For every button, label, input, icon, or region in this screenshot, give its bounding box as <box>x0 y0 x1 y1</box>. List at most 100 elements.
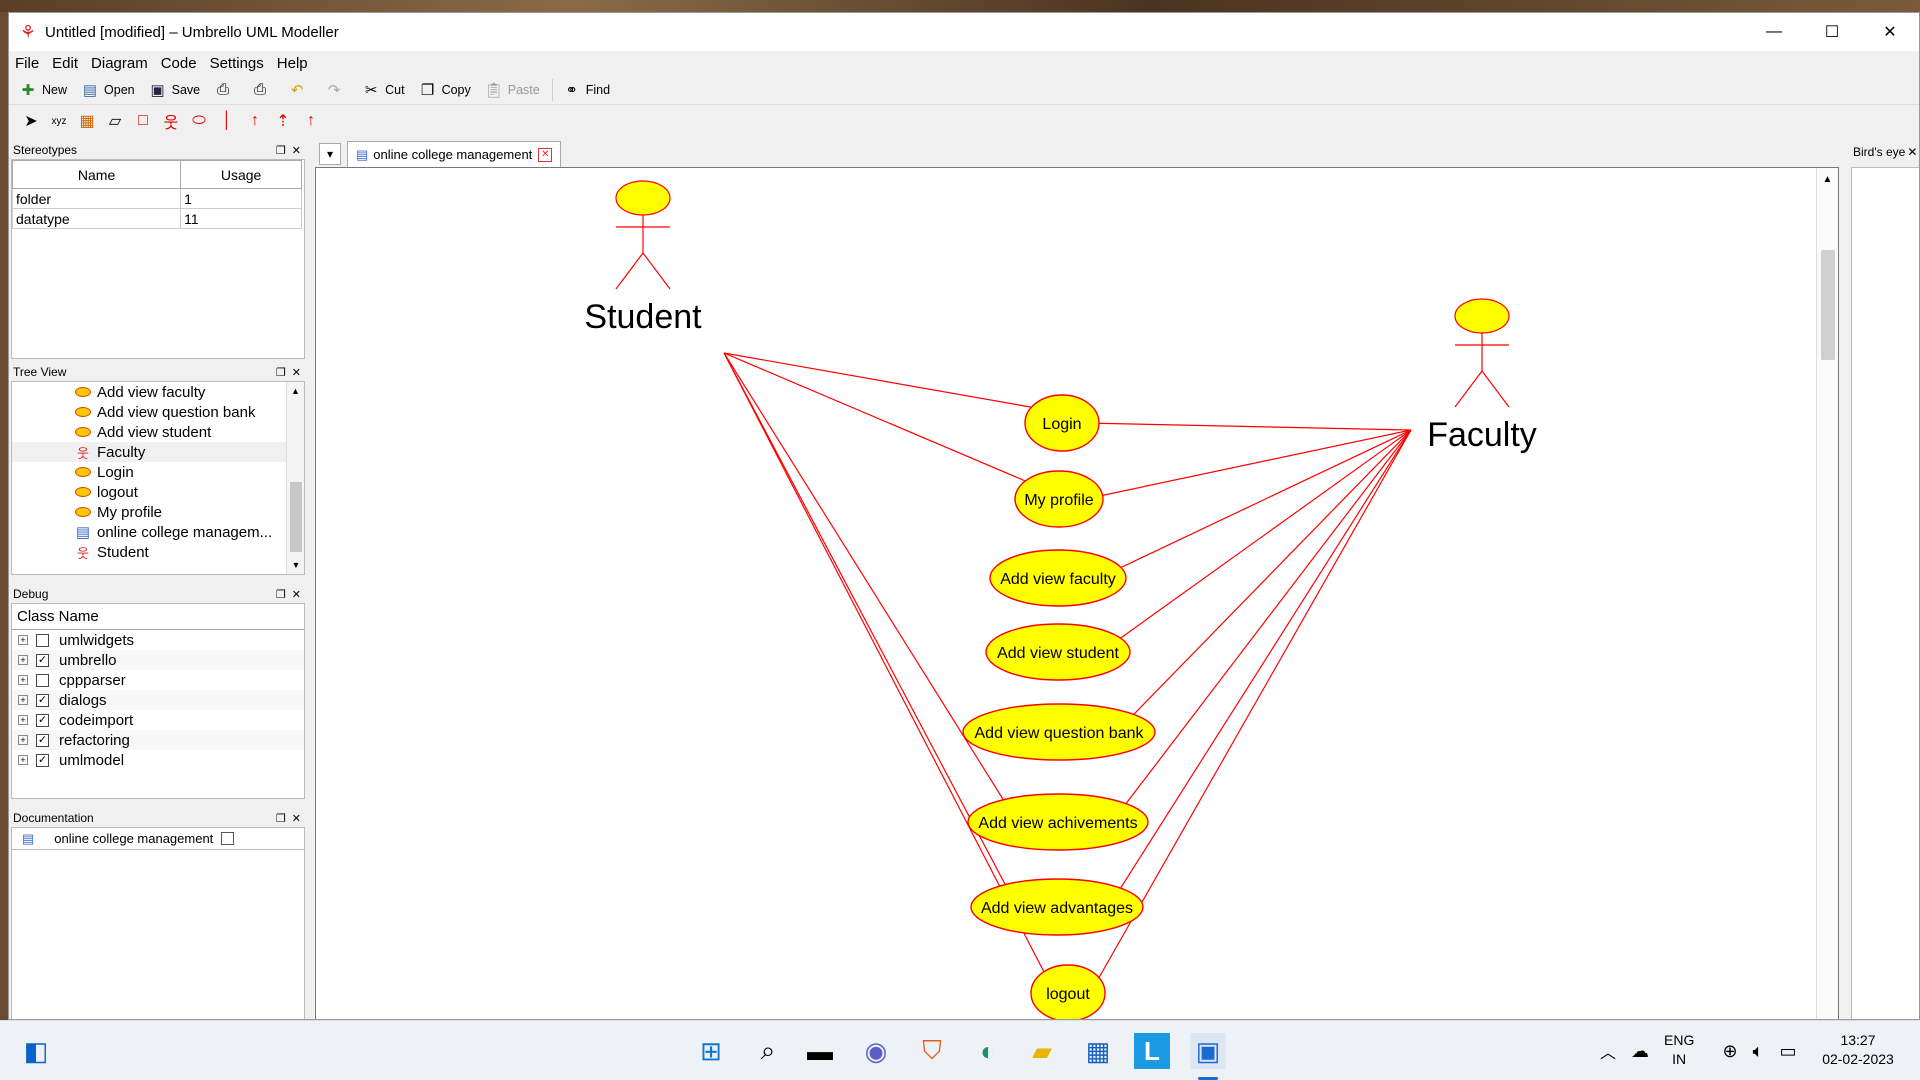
dependency-icon[interactable]: ⇡ <box>269 108 297 134</box>
association-line[interactable] <box>1111 429 1412 823</box>
tree-item[interactable]: Add view student <box>12 422 304 442</box>
close-button[interactable]: ✕ <box>1861 13 1919 51</box>
usecase-addfaculty[interactable]: Add view faculty <box>989 549 1127 607</box>
float-icon[interactable]: ❐ <box>276 366 286 379</box>
new-button[interactable]: ✚ New <box>17 80 67 100</box>
note-icon[interactable]: ▱ <box>101 108 129 134</box>
print-preview-button[interactable]: ⎙ <box>249 80 274 100</box>
debug-row[interactable]: + ✓ umbrello <box>12 650 304 670</box>
checkbox[interactable]: ✓ <box>36 753 49 767</box>
minimize-button[interactable]: — <box>1745 13 1803 51</box>
expand-icon[interactable]: + <box>18 675 28 685</box>
class-name-header[interactable]: Class Name <box>12 604 304 630</box>
store-icon[interactable]: ▦ <box>1080 1033 1116 1069</box>
expand-icon[interactable]: + <box>18 715 28 725</box>
start-icon[interactable]: ⊞ <box>693 1033 729 1069</box>
expand-icon[interactable]: + <box>18 655 28 665</box>
generalization-icon[interactable]: ↑ <box>241 108 269 134</box>
float-icon[interactable]: ❐ <box>276 588 286 601</box>
new-diagram-icon[interactable]: ▾ <box>319 143 341 165</box>
save-button[interactable]: ▣ Save <box>147 80 201 100</box>
usecase-tool-icon[interactable]: ⬭ <box>185 108 213 134</box>
actor-tool-icon[interactable]: 웃 <box>157 108 185 134</box>
actor-faculty[interactable]: Faculty <box>1427 298 1537 454</box>
association-line[interactable] <box>723 352 1036 486</box>
association-line[interactable] <box>723 352 1042 410</box>
checkbox[interactable] <box>36 673 49 687</box>
birds-eye-view[interactable] <box>1851 167 1919 1019</box>
association-line[interactable] <box>1084 422 1412 431</box>
print-button[interactable]: ⎙ <box>212 80 237 100</box>
dock-close-icon[interactable]: ✕ <box>1907 145 1917 159</box>
dock-close-icon[interactable]: ✕ <box>292 812 301 825</box>
dock-close-icon[interactable]: ✕ <box>292 588 301 601</box>
search-icon[interactable]: ⌕ <box>750 1033 786 1069</box>
chat-icon[interactable]: ◉ <box>858 1033 894 1069</box>
actor-student[interactable]: Student <box>584 180 702 336</box>
redo-button[interactable]: ↷ <box>323 80 348 100</box>
scroll-down-icon[interactable]: ▼ <box>287 556 304 574</box>
widgets-icon[interactable]: ◧ <box>18 1033 54 1069</box>
onedrive-icon[interactable]: ☁ <box>1622 1033 1658 1069</box>
scroll-up-icon[interactable]: ▲ <box>287 382 304 400</box>
expand-icon[interactable]: + <box>18 695 28 705</box>
usecase-addachieve[interactable]: Add view achivements <box>967 793 1149 851</box>
dock-close-icon[interactable]: ✕ <box>292 144 301 157</box>
debug-row[interactable]: + ✓ codeimport <box>12 710 304 730</box>
paste-button[interactable]: 📋︎ Paste <box>483 80 540 100</box>
scroll-thumb[interactable] <box>290 482 302 552</box>
usecase-myprofile[interactable]: My profile <box>1014 470 1104 528</box>
tree-item[interactable]: 웃 Faculty <box>12 442 304 462</box>
usecase-addadvant[interactable]: Add view advantages <box>970 878 1144 936</box>
checkbox[interactable]: ✓ <box>36 713 49 727</box>
table-row[interactable]: folder 1 <box>12 188 302 209</box>
debug-row[interactable]: + cppparser <box>12 670 304 690</box>
usecase-diagram[interactable]: Student Faculty Login My profile Add view fa… <box>316 168 1816 1020</box>
copy-button[interactable]: ❐ Copy <box>417 80 471 100</box>
menu-help[interactable]: Help <box>277 55 308 72</box>
cut-button[interactable]: ✂ Cut <box>360 80 405 100</box>
column-header-name[interactable]: Name <box>12 160 182 189</box>
menu-file[interactable]: File <box>15 55 39 72</box>
tree-item[interactable]: Add view question bank <box>12 402 304 422</box>
text-line-icon[interactable]: xyz <box>45 108 73 134</box>
debug-row[interactable]: + ✓ umlmodel <box>12 750 304 770</box>
tree-item[interactable]: Add view faculty <box>12 382 304 402</box>
checkbox[interactable]: ✓ <box>36 693 49 707</box>
menu-edit[interactable]: Edit <box>52 55 78 72</box>
tree-item[interactable]: My profile <box>12 502 304 522</box>
menu-diagram[interactable]: Diagram <box>91 55 148 72</box>
checkbox[interactable]: ✓ <box>36 733 49 747</box>
app-l-icon[interactable]: L <box>1134 1033 1170 1069</box>
expand-icon[interactable]: + <box>18 735 28 745</box>
language-indicator[interactable]: ENG IN <box>1664 1031 1694 1069</box>
menu-code[interactable]: Code <box>161 55 197 72</box>
find-button[interactable]: ⚭ Find <box>561 80 610 100</box>
battery-icon[interactable]: ▭ <box>1770 1033 1806 1069</box>
brave-browser-icon[interactable]: ⛉ <box>914 1033 950 1069</box>
float-icon[interactable]: ❐ <box>276 144 286 157</box>
association-icon[interactable]: │ <box>213 108 241 134</box>
checkbox[interactable]: ✓ <box>36 653 49 667</box>
float-icon[interactable]: ❐ <box>276 812 286 825</box>
usecase-logout[interactable]: logout <box>1030 964 1106 1020</box>
tree-item[interactable]: ▤ online college managem... <box>12 522 304 542</box>
tab-online-college-management[interactable]: ▤ online college management ✕ <box>347 141 562 167</box>
expand-icon[interactable]: + <box>18 755 28 765</box>
diagram-canvas[interactable]: Student Faculty Login My profile Add view fa… <box>315 167 1839 1020</box>
scroll-thumb[interactable] <box>1821 250 1835 360</box>
box-icon[interactable]: ▦ <box>73 108 101 134</box>
dock-close-icon[interactable]: ✕ <box>292 366 301 379</box>
tree-scrollbar[interactable]: ▲ ▼ <box>286 382 304 574</box>
debug-row[interactable]: + umlwidgets <box>12 630 304 650</box>
column-header-usage[interactable]: Usage <box>180 160 302 189</box>
file-explorer-icon[interactable]: ▰ <box>1024 1033 1060 1069</box>
canvas-scrollbar[interactable]: ▲ <box>1816 168 1838 1019</box>
checkbox[interactable] <box>36 633 49 647</box>
rectangle-icon[interactable]: □ <box>129 108 157 134</box>
chevron-up-icon[interactable]: ︿ <box>1590 1033 1626 1069</box>
maximize-button[interactable]: ☐ <box>1803 13 1861 51</box>
table-row[interactable]: datatype 11 <box>12 208 302 229</box>
clock[interactable]: 13:27 02-02-2023 <box>1812 1031 1904 1069</box>
tree-item[interactable]: Login <box>12 462 304 482</box>
